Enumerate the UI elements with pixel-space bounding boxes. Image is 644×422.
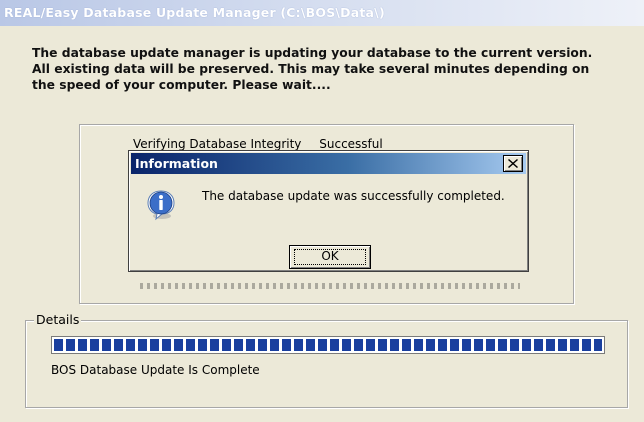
details-legend: Details — [34, 312, 82, 327]
dialog-titlebar[interactable]: Information — [131, 153, 526, 174]
information-icon — [147, 190, 175, 221]
ok-button-label: OK — [321, 249, 339, 263]
obscured-step-row — [140, 283, 520, 289]
intro-message: The database update manager is updating … — [32, 45, 632, 93]
intro-line-2: All existing data will be preserved. Thi… — [32, 62, 590, 76]
progress-bar-fill — [54, 339, 602, 351]
close-icon — [508, 159, 518, 168]
dialog-title: Information — [135, 156, 218, 171]
dialog-close-button[interactable] — [503, 155, 523, 172]
intro-line-3: the speed of your computer. Please wait.… — [32, 78, 331, 92]
details-status-text: BOS Database Update Is Complete — [51, 363, 260, 377]
update-manager-window: REAL/Easy Database Update Manager (C:\BO… — [0, 0, 644, 422]
ok-button[interactable]: OK — [289, 245, 371, 269]
update-progress-bar — [51, 336, 605, 354]
step-status: Successful — [319, 137, 383, 151]
intro-line-1: The database update manager is updating … — [32, 46, 593, 60]
window-titlebar[interactable]: REAL/Easy Database Update Manager (C:\BO… — [0, 0, 644, 26]
step-row: Verifying Database Integrity Successful — [133, 137, 383, 151]
window-title: REAL/Easy Database Update Manager (C:\BO… — [4, 5, 385, 20]
step-label: Verifying Database Integrity — [133, 137, 302, 151]
dialog-message: The database update was successfully com… — [202, 189, 505, 203]
information-dialog: Information The database update was succ… — [128, 150, 529, 272]
